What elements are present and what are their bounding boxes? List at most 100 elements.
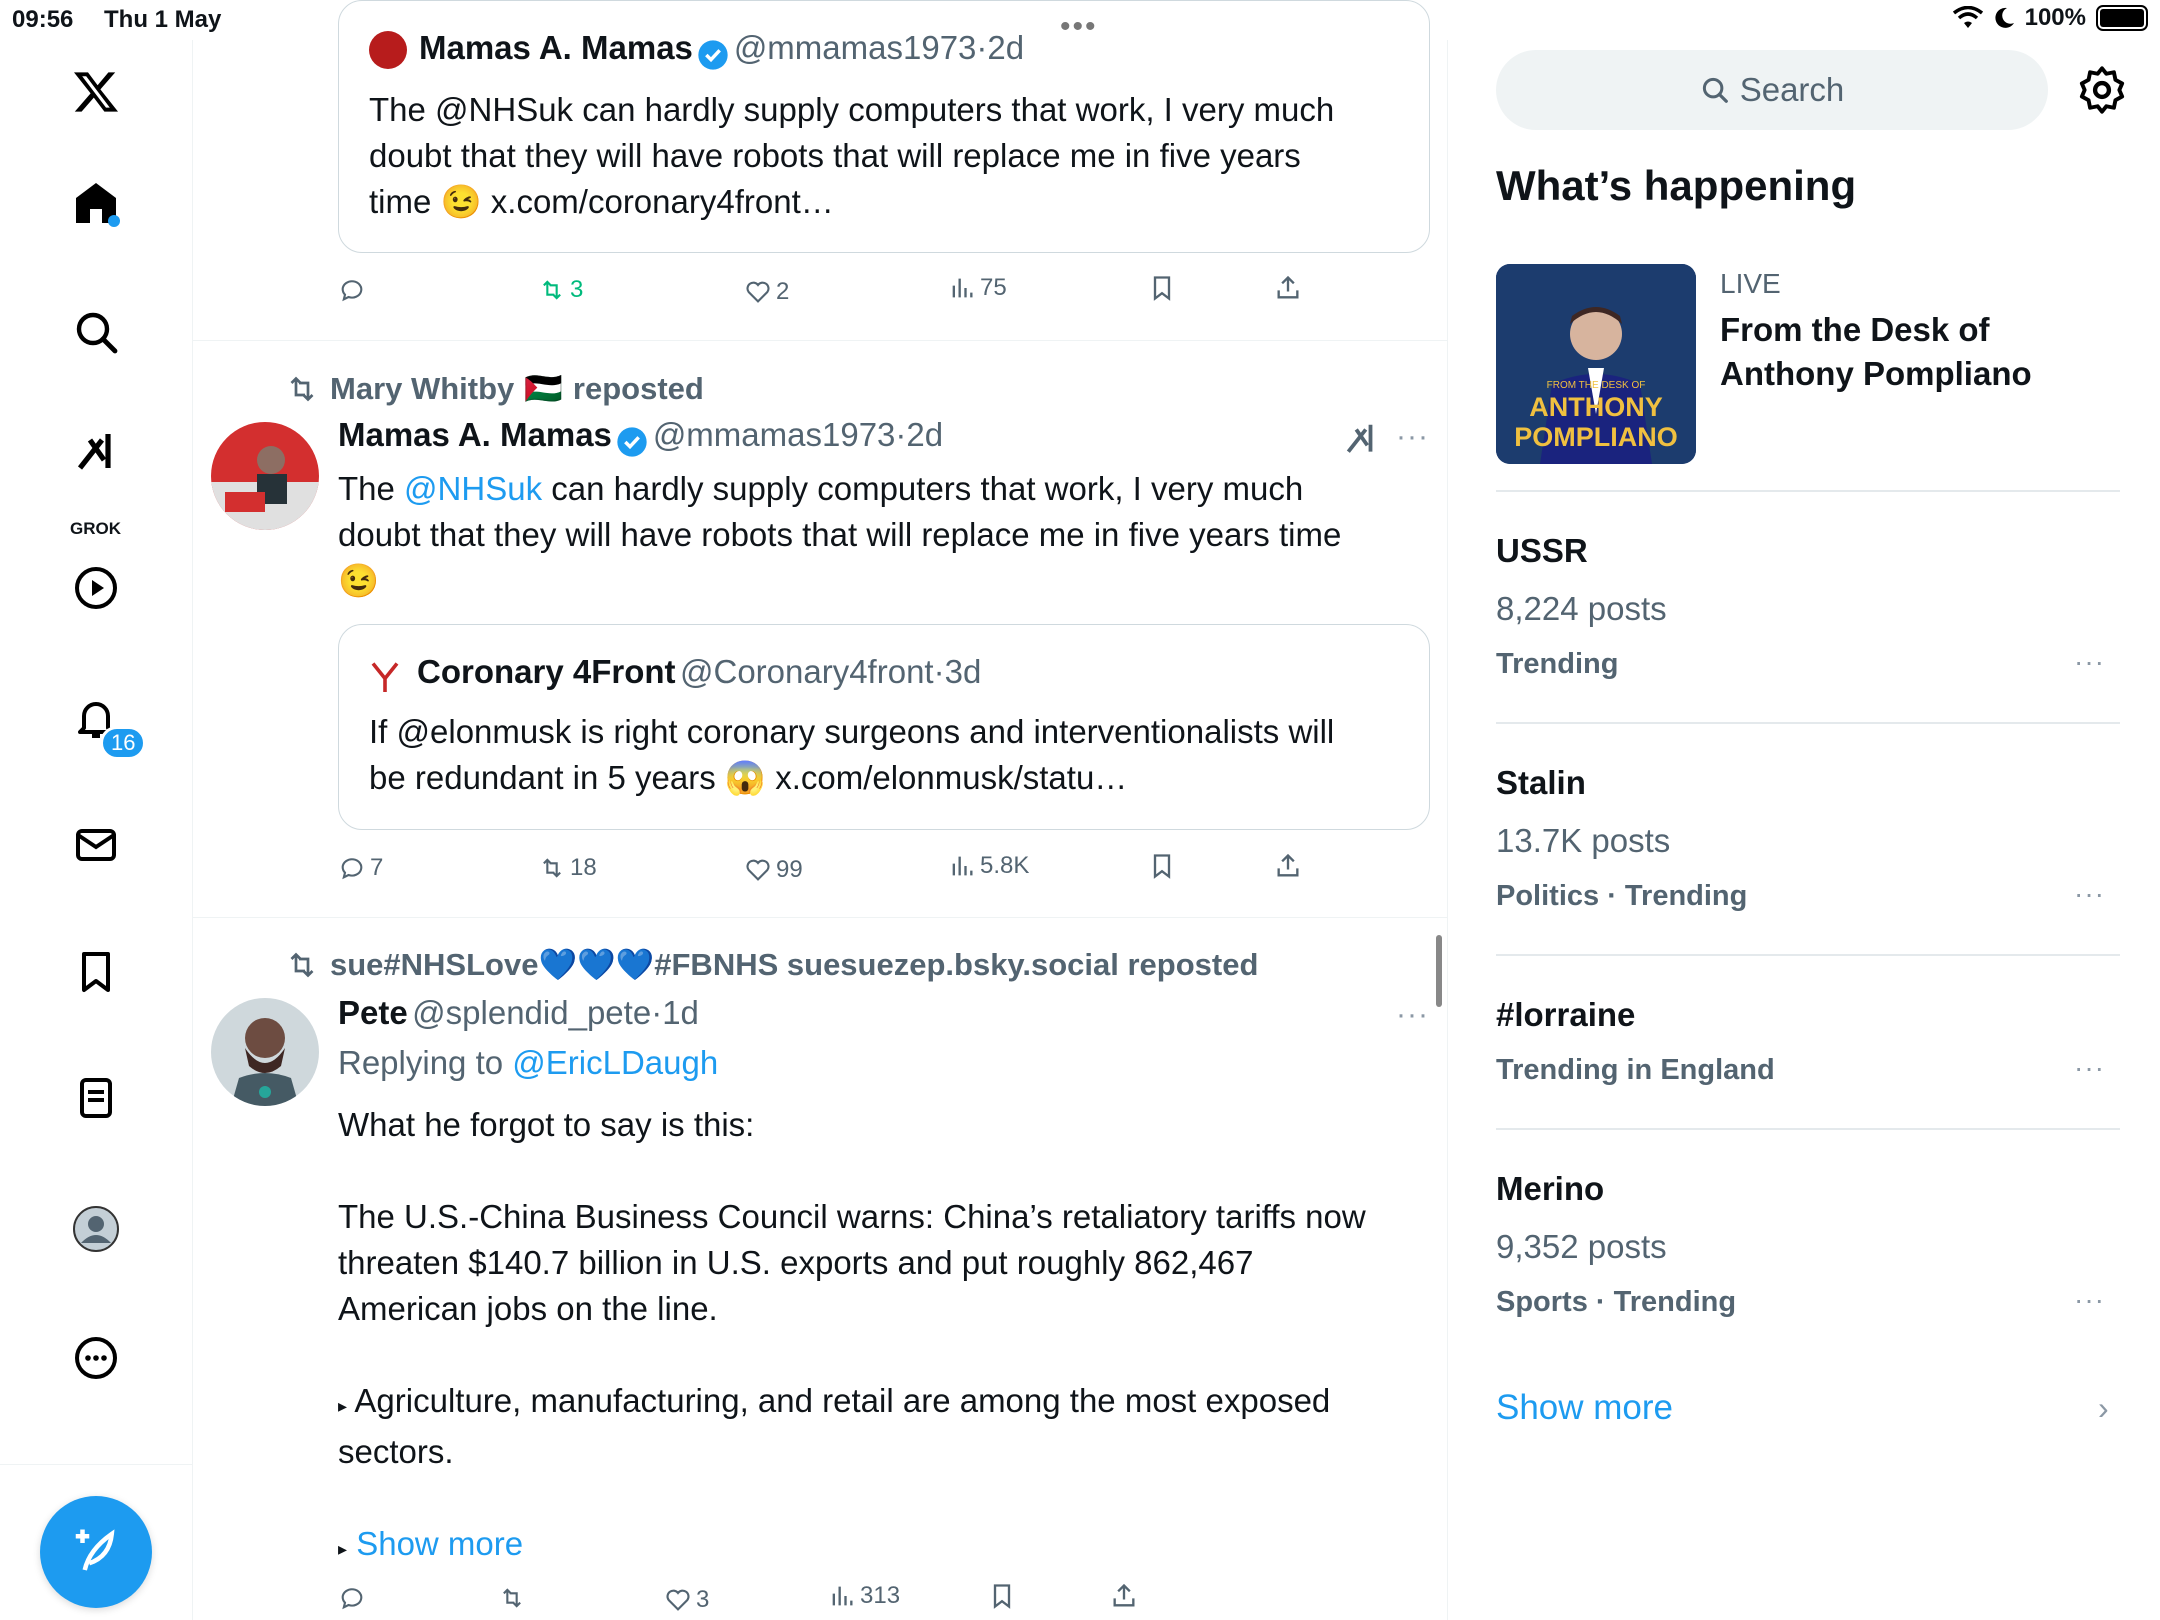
repost-button[interactable]: 3 — [538, 276, 583, 304]
views-button[interactable]: 75 — [948, 274, 1007, 302]
post-age: 2d — [987, 29, 1025, 66]
explore-search-icon[interactable] — [66, 302, 126, 362]
lists-icon[interactable] — [66, 1068, 126, 1128]
thumb-caption-line: POMPLIANO — [1514, 422, 1678, 452]
messages-mail-icon[interactable] — [66, 815, 126, 875]
feed-scrollbar[interactable] — [1436, 935, 1442, 1007]
trends-show-more-link[interactable]: Show more — [1496, 1388, 1673, 1428]
x-logo-icon[interactable] — [66, 62, 126, 122]
reply-icon — [341, 280, 363, 302]
post-more-icon[interactable]: ··· — [1396, 420, 1429, 454]
post-age: 1d — [662, 994, 699, 1031]
trend-name: Merino — [1496, 1170, 1605, 1207]
post-link[interactable]: x.com/coronary4front… — [491, 183, 834, 220]
nav-divider — [0, 1464, 193, 1465]
reply-button[interactable] — [338, 276, 370, 304]
compose-feather-icon — [75, 1529, 115, 1571]
trend-category: Politics · Trending — [1496, 880, 1748, 912]
mention-link[interactable]: @NHSuk — [404, 470, 542, 507]
repost-count: 18 — [570, 854, 597, 881]
trend-divider — [1496, 490, 2120, 492]
trend-divider — [1496, 1128, 2120, 1130]
share-button[interactable] — [1274, 274, 1302, 302]
repost-icon — [503, 1588, 521, 1608]
replying-to-mention[interactable]: @EricLDaugh — [512, 1044, 718, 1081]
trend-more-icon[interactable]: ··· — [2074, 878, 2105, 910]
share-button[interactable] — [1110, 1582, 1138, 1610]
emoji: 😉 — [440, 183, 482, 220]
like-button[interactable]: 99 — [744, 856, 803, 884]
more-options-icon[interactable] — [66, 1328, 126, 1388]
trend-divider — [1496, 954, 2120, 956]
views-button[interactable]: 5.8K — [948, 852, 1029, 880]
bookmark-button[interactable] — [988, 1582, 1016, 1610]
heart-icon — [666, 1589, 690, 1611]
views-chart-icon — [832, 1586, 853, 1606]
author-handle: @mmamas1973 — [652, 416, 896, 453]
quoted-post-card[interactable]: Mamas A. Mamas @mmamas1973·2d The @NHSuk… — [338, 0, 1430, 253]
bookmark-button[interactable] — [1148, 852, 1176, 880]
author-avatar[interactable] — [211, 998, 319, 1106]
grok-icon[interactable] — [66, 422, 126, 482]
bookmark-icon — [1153, 276, 1171, 301]
post-text-line: threaten $140.7 billion in U.S. exports … — [338, 1244, 1254, 1281]
search-input[interactable]: Search — [1496, 50, 2048, 130]
profile-avatar-icon[interactable] — [66, 1199, 126, 1259]
flag-emoji: 🇵🇸 — [524, 371, 563, 406]
whats-happening-heading: What’s happening — [1496, 162, 1857, 209]
settings-gear-icon[interactable] — [2076, 64, 2128, 116]
post-text-line: doubt that they will have robots that wi… — [369, 137, 1301, 174]
repost-button[interactable] — [498, 1584, 530, 1612]
trend-name: USSR — [1496, 532, 1588, 569]
quote-link[interactable]: x.com/elonmusk/statu… — [775, 759, 1127, 796]
thumb-caption-line: ANTHONY — [1529, 392, 1663, 422]
quote-author-name: Coronary 4Front — [417, 653, 676, 690]
live-thumbnail[interactable]: FROM THE DESK OF ANTHONY POMPLIANO — [1496, 264, 1696, 464]
reply-button[interactable]: 7 — [338, 854, 383, 882]
bookmarks-icon[interactable] — [66, 942, 126, 1002]
replying-to-line: Replying to @EricLDaugh — [338, 1044, 718, 1082]
views-chart-icon — [952, 278, 973, 298]
post-more-icon[interactable]: ··· — [1396, 998, 1429, 1032]
repost-count: 3 — [570, 276, 584, 303]
author-avatar[interactable] — [211, 422, 319, 530]
quoted-post-card[interactable]: Coronary 4Front @Coronary4front·3d If @e… — [338, 624, 1430, 830]
bookmark-icon — [1153, 854, 1171, 879]
share-button[interactable] — [1274, 852, 1302, 880]
status-time: 09:56 — [12, 6, 74, 33]
post-text-line: time — [369, 183, 432, 220]
views-button[interactable]: 313 — [828, 1582, 900, 1610]
post-text-line: sectors. — [338, 1433, 454, 1470]
home-new-indicator — [108, 215, 120, 227]
video-play-icon[interactable] — [66, 558, 126, 618]
like-count: 3 — [696, 1586, 710, 1613]
emoji: 😱 — [724, 759, 767, 796]
trend-more-icon[interactable]: ··· — [2074, 646, 2105, 678]
bookmark-button[interactable] — [1148, 274, 1176, 302]
reposter-name[interactable]: sue#NHSLove💙💙💙#FBNHS suesuezep.bsky.soci… — [330, 946, 1258, 983]
trend-name: #lorraine — [1496, 996, 1636, 1033]
quote-text-line: be redundant in 5 years — [369, 759, 716, 796]
author-name[interactable]: Pete — [338, 994, 408, 1031]
reposted-by-line: Mary Whitby 🇵🇸 reposted — [284, 370, 704, 407]
trend-name: Stalin — [1496, 764, 1586, 801]
like-button[interactable]: 2 — [744, 278, 789, 306]
heart-icon — [746, 281, 770, 303]
author-name[interactable]: Mamas A. Mamas — [338, 416, 612, 453]
repost-button[interactable]: 18 — [538, 854, 597, 882]
reposter-name[interactable]: Mary Whitby — [330, 371, 514, 407]
moon-icon — [1995, 7, 2014, 28]
reply-button[interactable] — [338, 1584, 370, 1612]
like-button[interactable]: 3 — [664, 1586, 709, 1614]
trend-more-icon[interactable]: ··· — [2074, 1052, 2105, 1084]
repost-icon — [290, 376, 314, 401]
compose-post-button[interactable] — [40, 1496, 152, 1608]
show-more-link[interactable]: Show more — [356, 1525, 523, 1562]
author-handle: @mmamas1973 — [733, 29, 977, 66]
share-icon — [1277, 853, 1299, 877]
chevron-right-icon[interactable]: › — [2098, 1390, 2109, 1427]
live-title[interactable]: From the Desk of Anthony Pompliano — [1720, 308, 2120, 396]
reposted-by-line: sue#NHSLove💙💙💙#FBNHS suesuezep.bsky.soci… — [284, 946, 1258, 983]
trend-more-icon[interactable]: ··· — [2074, 1284, 2105, 1316]
grok-icon[interactable] — [1342, 420, 1380, 458]
